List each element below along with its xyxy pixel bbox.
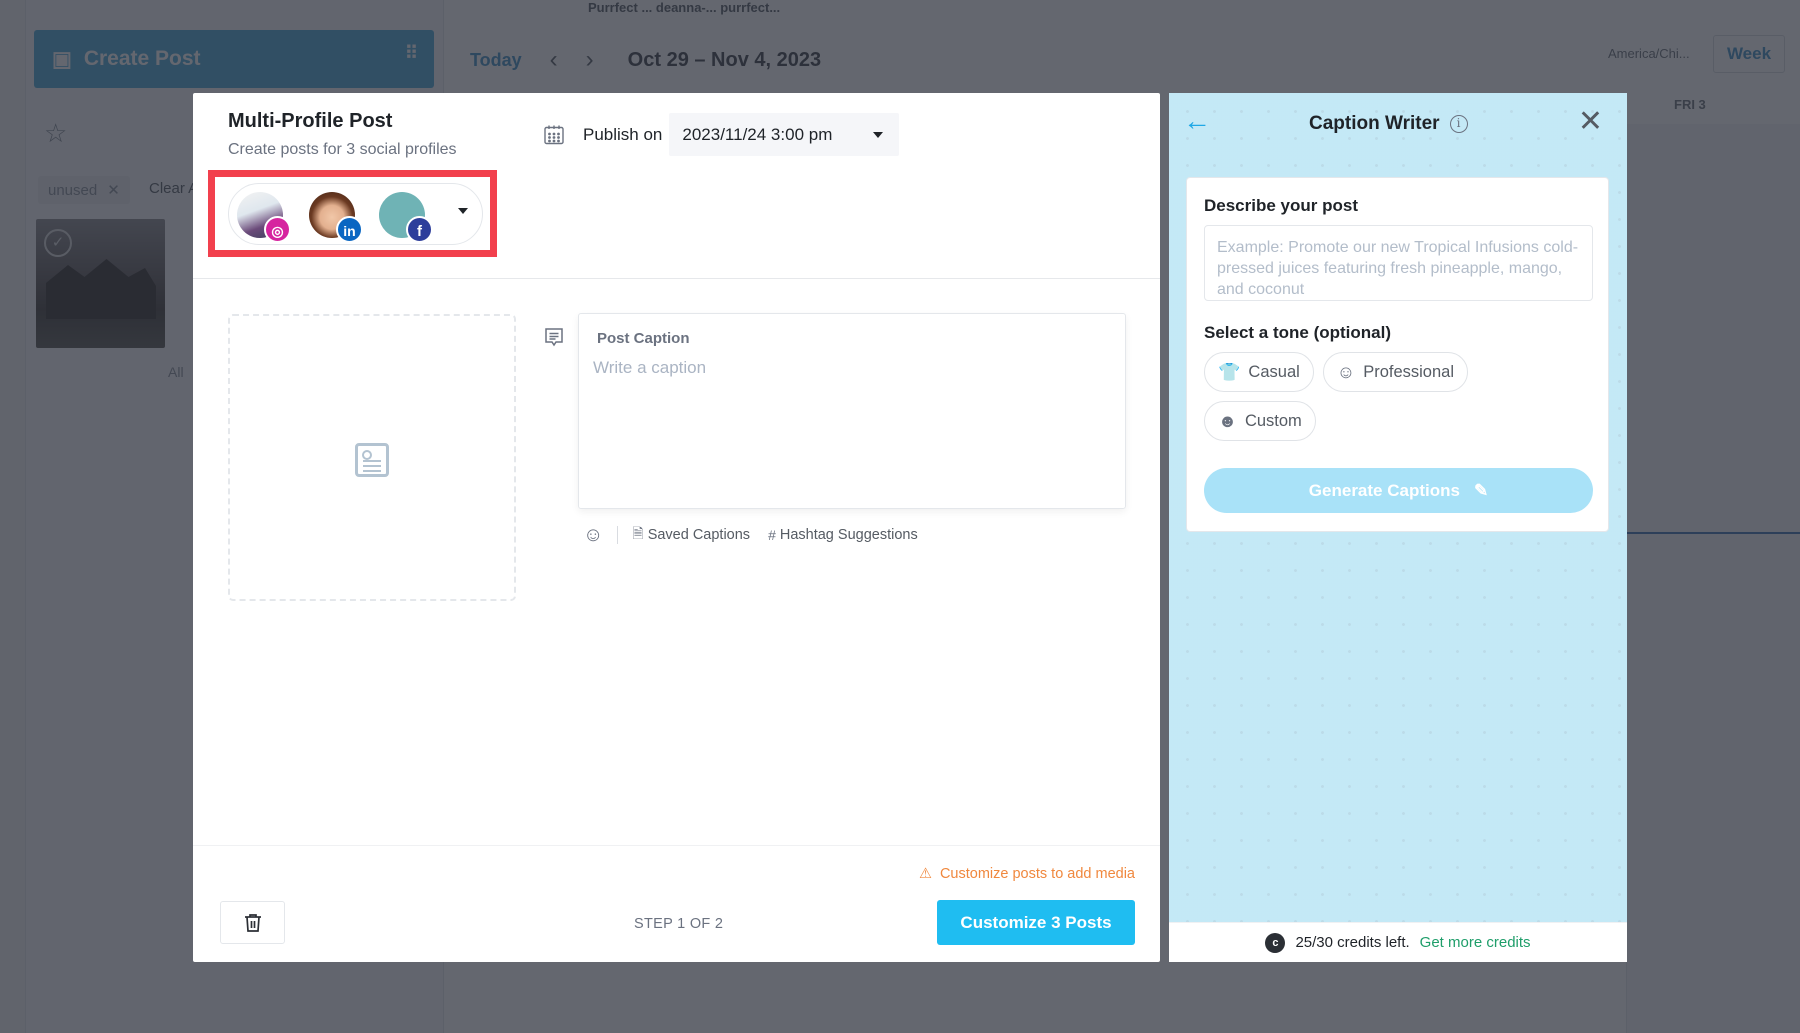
tone-casual-button[interactable]: 👕 Casual bbox=[1204, 352, 1314, 392]
delete-button[interactable] bbox=[220, 901, 285, 944]
tone-options-row-1: 👕 Casual ☺ Professional bbox=[1204, 352, 1468, 392]
shirt-icon: 👕 bbox=[1218, 361, 1241, 382]
trash-icon bbox=[244, 913, 261, 932]
caption-toolbar: ☺ 🗎 Saved Captions # Hashtag Suggestions bbox=[583, 523, 936, 547]
caption-writer-panel: ← Caption Writer i ✕ Describe your post … bbox=[1169, 93, 1627, 962]
customize-posts-button[interactable]: Customize 3 Posts bbox=[937, 900, 1135, 945]
tone-professional-button[interactable]: ☺ Professional bbox=[1322, 352, 1468, 392]
multi-profile-post-modal: Multi-Profile Post Create posts for 3 so… bbox=[193, 93, 1160, 962]
publish-row: Publish on 2023/11/24 3:00 pm bbox=[543, 113, 900, 156]
describe-post-input[interactable] bbox=[1204, 225, 1593, 301]
caption-editor: Post Caption bbox=[578, 313, 1126, 509]
footer-divider bbox=[193, 845, 1160, 846]
generate-captions-button[interactable]: Generate Captions ✎ bbox=[1204, 468, 1593, 513]
step-indicator: STEP 1 OF 2 bbox=[634, 916, 724, 932]
faces-icon: ☻ bbox=[1218, 410, 1237, 431]
saved-captions-label: Saved Captions bbox=[647, 527, 751, 543]
describe-label: Describe your post bbox=[1204, 196, 1358, 215]
tone-professional-label: Professional bbox=[1363, 362, 1454, 381]
caption-input[interactable] bbox=[593, 358, 1108, 498]
close-icon[interactable]: ✕ bbox=[1578, 107, 1603, 137]
caption-label: Post Caption bbox=[597, 330, 690, 347]
hashtag-bulb-icon: # bbox=[768, 527, 776, 543]
media-warning-text: Customize posts to add media bbox=[939, 866, 1135, 882]
facebook-icon: f bbox=[406, 216, 433, 243]
caption-icon bbox=[545, 328, 563, 347]
saved-captions-button[interactable]: 🗎 Saved Captions bbox=[632, 523, 750, 547]
tone-casual-label: Casual bbox=[1248, 362, 1300, 381]
warning-icon: ⚠ bbox=[918, 866, 932, 882]
tone-label: Select a tone (optional) bbox=[1204, 323, 1392, 342]
emoji-icon[interactable]: ☺ bbox=[583, 524, 603, 547]
modal-subtitle: Create posts for 3 social profiles bbox=[228, 141, 457, 158]
get-more-credits-link[interactable]: Get more credits bbox=[1420, 934, 1531, 951]
instagram-icon: ◎ bbox=[264, 216, 291, 243]
media-placeholder-icon bbox=[355, 443, 389, 477]
caret-down-icon bbox=[873, 132, 884, 138]
caption-writer-title-text: Caption Writer bbox=[1309, 113, 1440, 134]
bowtie-face-icon: ☺ bbox=[1336, 361, 1356, 382]
media-dropzone[interactable] bbox=[228, 314, 516, 601]
modal-title: Multi-Profile Post bbox=[228, 110, 393, 132]
media-warning: ⚠ Customize posts to add media bbox=[919, 866, 1135, 882]
tone-options-row-2: ☻ Custom bbox=[1204, 401, 1316, 441]
magic-pen-icon: ✎ bbox=[1473, 480, 1489, 500]
back-arrow-icon[interactable]: ← bbox=[1183, 107, 1211, 135]
caret-down-icon[interactable] bbox=[458, 208, 468, 214]
caption-writer-form: Describe your post Select a tone (option… bbox=[1186, 177, 1609, 532]
publish-datetime-select[interactable]: 2023/11/24 3:00 pm bbox=[669, 113, 900, 156]
tone-custom-button[interactable]: ☻ Custom bbox=[1204, 401, 1316, 441]
publish-label: Publish on bbox=[583, 124, 663, 144]
caption-writer-title: Caption Writer i bbox=[1309, 113, 1468, 135]
credits-icon: c bbox=[1265, 932, 1286, 953]
generate-captions-label: Generate Captions bbox=[1308, 480, 1460, 500]
toolbar-divider bbox=[617, 526, 619, 544]
hashtag-suggestions-label: Hashtag Suggestions bbox=[779, 527, 918, 543]
publish-datetime-value: 2023/11/24 3:00 pm bbox=[682, 124, 833, 144]
header-divider bbox=[193, 278, 1160, 279]
calendar-icon bbox=[544, 125, 564, 144]
info-icon[interactable]: i bbox=[1449, 115, 1468, 133]
credits-text: 25/30 credits left. bbox=[1295, 934, 1410, 951]
saved-captions-icon: 🗎 bbox=[632, 525, 644, 541]
tone-custom-label: Custom bbox=[1244, 411, 1302, 430]
profile-picker[interactable]: ◎ in f bbox=[228, 183, 483, 245]
linkedin-icon: in bbox=[336, 216, 363, 243]
hashtag-suggestions-button[interactable]: # Hashtag Suggestions bbox=[768, 527, 918, 543]
credits-bar: c 25/30 credits left. Get more credits bbox=[1169, 922, 1627, 962]
